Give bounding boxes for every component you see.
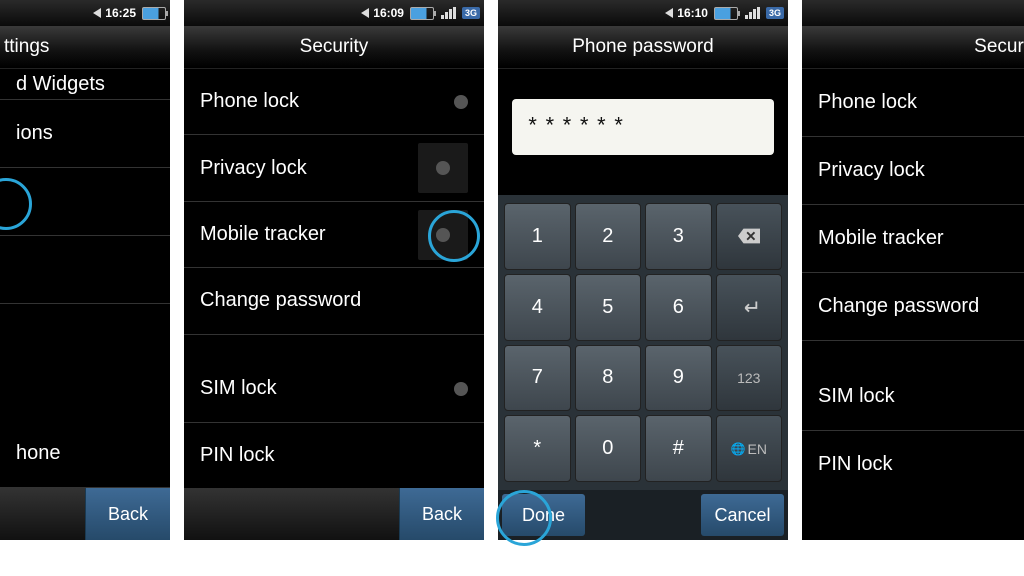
clock: 16:09	[373, 6, 404, 20]
list-item[interactable]: ions	[0, 100, 170, 168]
back-button[interactable]: Back	[399, 488, 484, 540]
key-3[interactable]: 3	[645, 203, 712, 270]
signal-icon	[744, 7, 760, 19]
clock: 16:10	[677, 6, 708, 20]
list-item-sim-lock[interactable]: SIM lock	[184, 356, 484, 422]
status-bar: 16:25	[0, 0, 170, 26]
radio-icon	[436, 228, 450, 242]
radio-icon	[454, 382, 468, 396]
key-hash[interactable]: #	[645, 415, 712, 482]
network-badge: 3G	[462, 7, 480, 19]
radio-container	[418, 143, 468, 193]
list-item-phone-lock[interactable]: Phone lock	[802, 69, 1024, 137]
speaker-icon	[361, 8, 369, 18]
list-divider	[184, 335, 484, 356]
list-item[interactable]: d Widgets	[0, 69, 170, 100]
clock: 16:25	[105, 6, 136, 20]
list-spacer	[0, 304, 170, 420]
list-item[interactable]: hone	[0, 420, 170, 488]
list-divider	[802, 341, 1024, 363]
list-item-sim-lock[interactable]: SIM lock	[802, 363, 1024, 431]
key-9[interactable]: 9	[645, 345, 712, 412]
status-bar: 16:09 3G	[184, 0, 484, 26]
radio-container	[418, 210, 468, 260]
speaker-icon	[93, 8, 101, 18]
list-item-pin-lock[interactable]: PIN lock	[802, 431, 1024, 498]
list-item-change-password[interactable]: Change password	[184, 268, 484, 334]
speaker-icon	[665, 8, 673, 18]
key-lang[interactable]: 🌐 EN	[716, 415, 783, 482]
globe-icon: 🌐	[731, 442, 746, 456]
screen-security: 16:09 3G Security Phone lock Privacy loc…	[184, 0, 484, 540]
cancel-button[interactable]: Cancel	[701, 494, 784, 536]
list-item-mobile-tracker[interactable]: Mobile tracker	[184, 202, 484, 268]
key-backspace[interactable]	[716, 203, 783, 270]
key-mode-123[interactable]: 123	[716, 345, 783, 412]
footer-spacer	[589, 490, 697, 540]
screen-settings: 16:25 ttings d Widgets ions hone Back	[0, 0, 170, 540]
footer: Back	[0, 488, 170, 540]
password-area: ******	[498, 69, 788, 195]
back-button[interactable]: Back	[85, 488, 170, 540]
settings-list: d Widgets ions hone	[0, 69, 170, 488]
page-title: Securi	[802, 26, 1024, 69]
selection-highlight	[0, 178, 32, 230]
key-4[interactable]: 4	[504, 274, 571, 341]
list-item-privacy-lock[interactable]: Privacy lock	[802, 137, 1024, 205]
key-6[interactable]: 6	[645, 274, 712, 341]
backspace-icon	[738, 228, 760, 244]
radio-icon	[436, 161, 450, 175]
list-item[interactable]	[0, 236, 170, 304]
numeric-keypad: 1 2 3 4 5 6 7 8 9 123 * 0 # 🌐 EN	[498, 195, 788, 490]
security-list: Phone lock Privacy lock Mobile tracker C…	[184, 69, 484, 488]
page-title: ttings	[0, 26, 170, 69]
screen-phone-password: 16:10 3G Phone password ****** 1 2 3 4 5…	[498, 0, 788, 540]
key-enter[interactable]	[716, 274, 783, 341]
list-item-privacy-lock[interactable]: Privacy lock	[184, 135, 484, 201]
status-bar: 16:10 3G	[498, 0, 788, 26]
battery-icon	[410, 7, 434, 20]
list-item[interactable]	[0, 168, 170, 236]
page-title: Security	[184, 26, 484, 69]
page-title: Phone password	[498, 26, 788, 69]
list-item-pin-lock[interactable]: PIN lock	[184, 423, 484, 488]
screen-security-2: Securi Phone lock Privacy lock Mobile tr…	[802, 0, 1024, 540]
done-button[interactable]: Done	[502, 494, 585, 536]
signal-icon	[440, 7, 456, 19]
network-badge: 3G	[766, 7, 784, 19]
list-item-mobile-tracker[interactable]: Mobile tracker	[802, 205, 1024, 273]
battery-icon	[714, 7, 738, 20]
key-star[interactable]: *	[504, 415, 571, 482]
key-2[interactable]: 2	[575, 203, 642, 270]
status-bar	[802, 0, 1024, 26]
key-8[interactable]: 8	[575, 345, 642, 412]
footer: Back	[184, 488, 484, 540]
list-item-change-password[interactable]: Change password	[802, 273, 1024, 341]
footer: Done Cancel	[498, 490, 788, 540]
password-input[interactable]: ******	[512, 99, 774, 155]
list-item-phone-lock[interactable]: Phone lock	[184, 69, 484, 135]
key-1[interactable]: 1	[504, 203, 571, 270]
battery-icon	[142, 7, 166, 20]
security-list: Phone lock Privacy lock Mobile tracker C…	[802, 69, 1024, 540]
radio-icon	[454, 95, 468, 109]
enter-icon	[738, 299, 760, 315]
key-0[interactable]: 0	[575, 415, 642, 482]
key-5[interactable]: 5	[575, 274, 642, 341]
key-7[interactable]: 7	[504, 345, 571, 412]
